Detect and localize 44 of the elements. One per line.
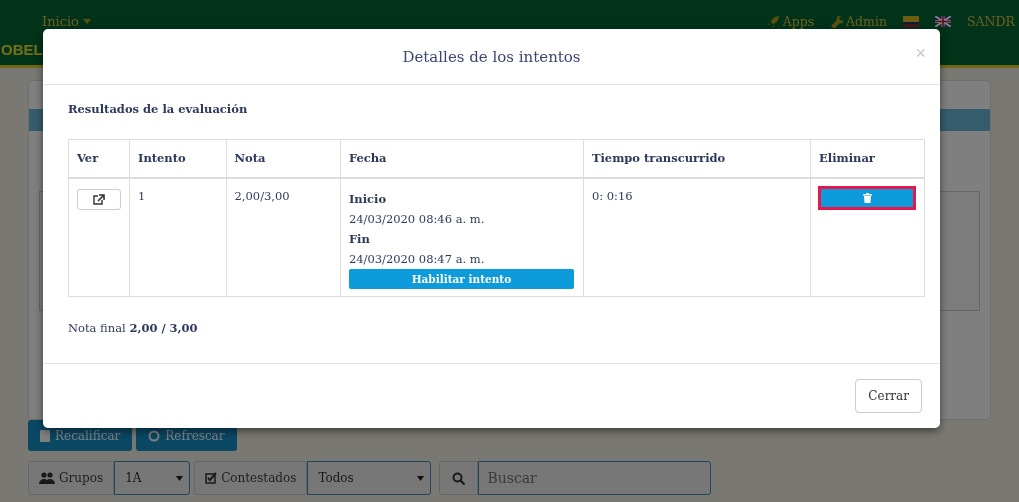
answered-select[interactable]: Todos bbox=[307, 461, 432, 495]
groups-select[interactable]: 1A bbox=[114, 461, 191, 495]
column-header: Tiempo transcurrido bbox=[583, 139, 811, 178]
user-menu[interactable]: SANDR bbox=[967, 13, 1015, 29]
enable-attempt-button[interactable]: Habilitar intento bbox=[348, 268, 574, 289]
caret-icon bbox=[417, 475, 425, 481]
table-cell: 2,00/3,00 bbox=[226, 177, 341, 296]
wrench-icon bbox=[830, 14, 844, 28]
column-header: Fecha bbox=[340, 139, 584, 178]
users-icon bbox=[39, 472, 55, 484]
end-label: Fin bbox=[348, 230, 371, 248]
delete-button[interactable] bbox=[818, 185, 916, 210]
table-cell: 1 bbox=[129, 177, 227, 296]
search-icon bbox=[452, 471, 466, 485]
end-date: 24/03/2020 08:47 a. m. bbox=[348, 250, 486, 268]
flag-icon[interactable] bbox=[935, 15, 952, 27]
groups-label: Grupos bbox=[28, 461, 115, 495]
search-button[interactable] bbox=[439, 461, 479, 495]
section-title: Resultados de la evaluación bbox=[68, 102, 249, 118]
logo-text: OBEL bbox=[1, 42, 43, 58]
column-header: Eliminar bbox=[810, 139, 925, 178]
answered-label: Contestados bbox=[194, 461, 308, 495]
column-header: Ver bbox=[68, 139, 130, 178]
caret-icon bbox=[82, 18, 91, 24]
view-button[interactable] bbox=[77, 188, 121, 210]
search-field[interactable]: Buscar bbox=[478, 461, 712, 495]
close-button[interactable]: × bbox=[915, 43, 926, 63]
checkbox-icon bbox=[205, 472, 218, 484]
caret-icon bbox=[176, 475, 184, 481]
column-header: Intento bbox=[129, 139, 227, 178]
menu-link[interactable]: Inicio bbox=[42, 13, 91, 29]
trash-icon bbox=[862, 192, 872, 203]
nav-link[interactable]: Apps bbox=[766, 13, 815, 29]
column-header: Nota bbox=[226, 139, 341, 178]
flag-icon[interactable] bbox=[903, 15, 920, 27]
start-label: Inicio bbox=[348, 190, 388, 208]
external-link-icon bbox=[93, 193, 105, 205]
dialog-title: Detalles de los intentos bbox=[402, 47, 581, 66]
table-cell: 0: 0:16 bbox=[583, 177, 811, 296]
document-icon bbox=[40, 429, 50, 442]
final-grade: Nota final 2,00 / 3,00 bbox=[68, 320, 199, 335]
start-date: 24/03/2020 08:46 a. m. bbox=[348, 210, 486, 228]
nav-link[interactable]: Admin bbox=[830, 13, 888, 29]
close-dialog-button[interactable]: Cerrar bbox=[855, 379, 922, 413]
